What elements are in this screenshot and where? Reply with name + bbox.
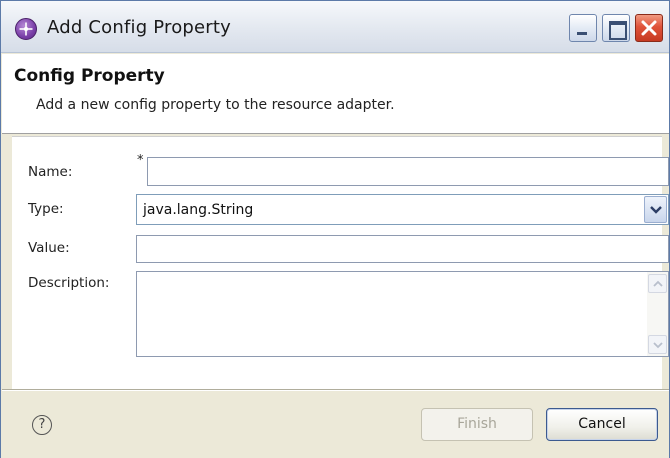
type-label: Type: bbox=[28, 201, 64, 217]
maximize-icon[interactable] bbox=[602, 14, 630, 42]
window-title: Add Config Property bbox=[47, 17, 232, 38]
scroll-up-icon[interactable] bbox=[648, 274, 667, 293]
vertical-scrollbar[interactable] bbox=[647, 272, 668, 356]
footer-divider bbox=[2, 389, 669, 391]
page-title: Config Property bbox=[14, 66, 165, 86]
minimize-icon[interactable] bbox=[569, 14, 597, 42]
value-label: Value: bbox=[28, 240, 70, 256]
help-icon[interactable]: ? bbox=[32, 415, 52, 435]
cancel-button[interactable]: Cancel bbox=[546, 408, 658, 441]
type-select[interactable]: java.lang.String bbox=[136, 194, 669, 225]
scroll-down-icon[interactable] bbox=[648, 335, 667, 354]
required-marker: * bbox=[137, 153, 144, 168]
finish-button[interactable]: Finish bbox=[421, 408, 533, 441]
close-icon[interactable] bbox=[635, 14, 663, 42]
app-icon bbox=[15, 18, 37, 40]
property-form: Name: * Type: java.lang.String Value: De… bbox=[12, 136, 669, 389]
dialog-header: Config Property Add a new config propert… bbox=[2, 54, 669, 134]
dialog-window: Add Config Property Config Property Add … bbox=[0, 0, 670, 458]
value-field[interactable] bbox=[136, 235, 669, 263]
chevron-down-icon[interactable] bbox=[644, 196, 667, 223]
title-bar[interactable]: Add Config Property bbox=[1, 1, 669, 53]
name-field[interactable] bbox=[147, 157, 669, 186]
type-select-value: java.lang.String bbox=[143, 202, 254, 218]
page-description: Add a new config property to the resourc… bbox=[36, 97, 395, 113]
name-label: Name: bbox=[28, 164, 73, 180]
description-label: Description: bbox=[28, 275, 110, 291]
description-textarea[interactable] bbox=[136, 271, 669, 357]
